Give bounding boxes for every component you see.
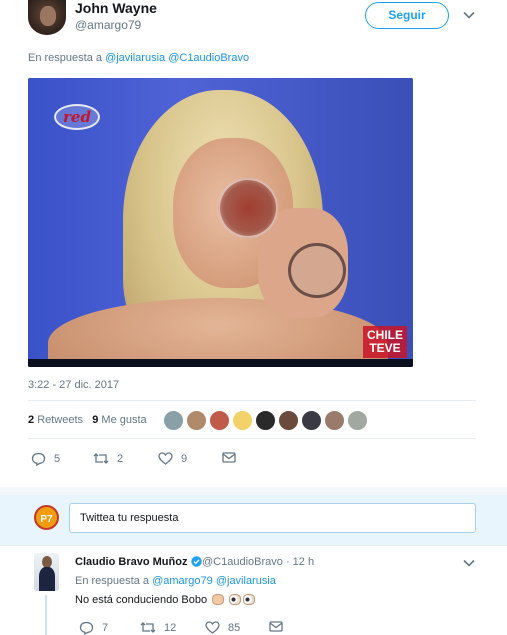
reply-tweet-text: No está conduciendo Bobo [75, 594, 256, 606]
heart-icon [205, 621, 220, 634]
liker-avatar[interactable] [301, 410, 322, 431]
mention-link[interactable]: @C1audioBravo [168, 52, 249, 64]
reply-input[interactable]: Twittea tu respuesta [69, 503, 476, 533]
chevron-down-icon[interactable] [462, 556, 476, 575]
like-action[interactable]: 85 [205, 621, 240, 634]
retweet-count: 12 [164, 621, 177, 634]
logo-line-2: TEVE [369, 341, 401, 355]
section-separator [0, 487, 507, 495]
tweet-timestamp[interactable]: 3:22 - 27 dic. 2017 [28, 379, 119, 391]
reply-action[interactable]: 7 [79, 621, 108, 635]
channel-logo-red: red [54, 104, 100, 130]
like-action[interactable]: 9 [158, 452, 187, 465]
channel-logo-chiletv: CHILE TEVE [363, 326, 407, 358]
divider [0, 545, 507, 546]
thread-line [45, 595, 47, 635]
reply-icon [79, 621, 94, 635]
eyes-emoji-icon [243, 594, 256, 605]
eyes-emoji-icon [229, 594, 242, 605]
divider [28, 438, 476, 439]
reply-author-handle[interactable]: @C1audioBravo [202, 556, 283, 568]
author-handle[interactable]: @amargo79 [75, 18, 141, 32]
reply-to-line: En respuesta a @amargo79 @javilarusia [75, 575, 276, 587]
author-name[interactable]: John Wayne [75, 0, 157, 16]
chevron-down-icon[interactable] [462, 8, 476, 22]
envelope-icon [269, 621, 283, 632]
like-count: 85 [228, 621, 241, 634]
mention-link[interactable]: @javilarusia [216, 575, 276, 587]
verified-badge-icon [190, 556, 202, 567]
reply-to-line: En respuesta a @javilarusia @C1audioBrav… [28, 52, 249, 64]
retweet-icon [140, 622, 156, 633]
liker-avatar[interactable] [209, 410, 230, 431]
heart-icon [158, 452, 173, 465]
retweet-count: 2 [117, 452, 124, 465]
current-user-avatar[interactable]: P7 [34, 505, 59, 530]
reply-author-meta: @C1audioBravo · 12 h [202, 556, 314, 568]
liker-avatar[interactable] [186, 410, 207, 431]
reply-count: 5 [54, 453, 61, 465]
reply-to-prefix: En respuesta a [28, 52, 102, 64]
reply-author-name[interactable]: Claudio Bravo Muñoz [75, 556, 202, 568]
envelope-icon [222, 452, 236, 463]
reply-count: 7 [102, 622, 109, 634]
direct-message-action[interactable] [269, 621, 291, 632]
author-avatar[interactable] [28, 0, 66, 35]
mention-link[interactable]: @amargo79 [152, 575, 213, 587]
liker-avatar[interactable] [324, 410, 345, 431]
liker-avatar[interactable] [232, 410, 253, 431]
liker-avatar[interactable] [278, 410, 299, 431]
reply-author-avatar[interactable] [34, 553, 59, 591]
follow-button[interactable]: Seguir [365, 2, 449, 29]
likes-stat[interactable]: 9 Me gusta [92, 414, 146, 426]
tweet-stats: 2 Retweets 9 Me gusta [28, 414, 147, 426]
liker-avatar[interactable] [255, 410, 276, 431]
retweet-icon [93, 453, 109, 464]
divider [28, 400, 476, 401]
reply-action[interactable]: 5 [31, 452, 60, 466]
retweet-action[interactable]: 2 [93, 452, 123, 465]
mention-link[interactable]: @javilarusia [105, 52, 165, 64]
reply-icon [31, 452, 46, 466]
like-count: 9 [181, 452, 188, 465]
reply-time[interactable]: · 12 h [286, 556, 314, 568]
fist-emoji-icon [212, 594, 225, 605]
tweet-media-image[interactable]: red CHILE TEVE [28, 78, 413, 367]
liker-avatar[interactable] [163, 410, 184, 431]
retweets-stat[interactable]: 2 Retweets [28, 414, 83, 426]
retweet-action[interactable]: 12 [140, 621, 176, 634]
reply-to-prefix: En respuesta a [75, 575, 149, 587]
liker-avatar[interactable] [347, 410, 368, 431]
direct-message-action[interactable] [222, 452, 244, 463]
